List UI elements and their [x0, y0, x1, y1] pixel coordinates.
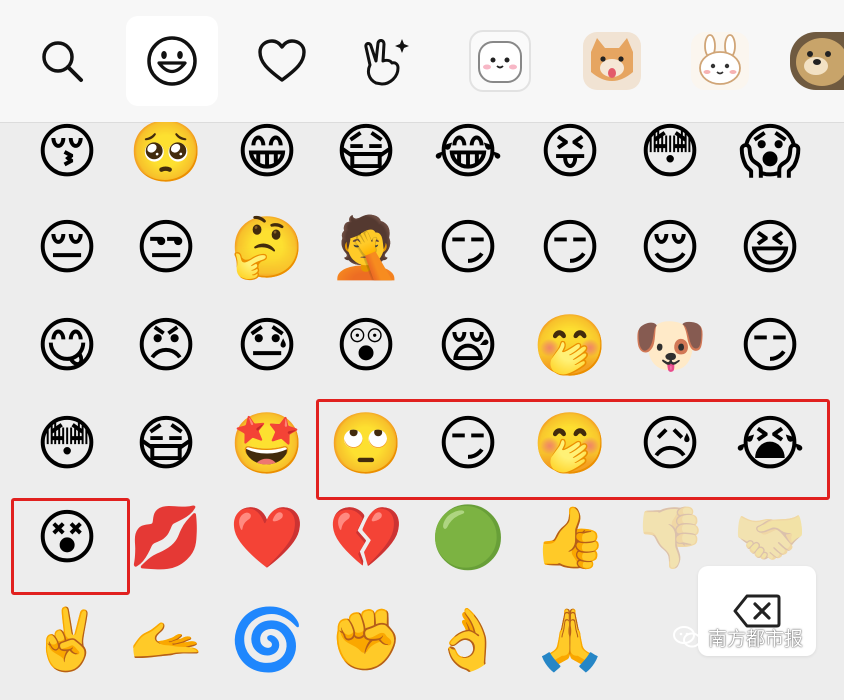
emoji-key[interactable]: 😒	[128, 210, 204, 286]
cat-sticker	[583, 32, 641, 90]
emoji-key[interactable]: 😲	[328, 308, 404, 384]
highlight-box-new-emojis	[316, 399, 830, 500]
emoji-key[interactable]: 😏	[732, 308, 808, 384]
search-icon	[42, 41, 83, 82]
emoji-key[interactable]: 🤩	[229, 406, 305, 482]
emoji-key[interactable]: 👎	[632, 500, 708, 576]
emoji-key[interactable]: 😷	[128, 406, 204, 482]
emoji-key[interactable]: 🥺	[128, 122, 204, 190]
favorites-tab[interactable]	[236, 16, 328, 106]
emoji-key[interactable]: 🐶	[632, 308, 708, 384]
search-tab[interactable]	[16, 16, 108, 106]
emoji-key[interactable]: 😠	[128, 308, 204, 384]
heart-icon	[258, 39, 306, 82]
highlight-box-single-emoji	[11, 498, 130, 595]
emoji-key[interactable]: ✌️	[29, 602, 105, 678]
emoji-key[interactable]: 😏	[532, 210, 608, 286]
emoji-key[interactable]: 😚	[29, 122, 105, 190]
white-dog-sticker	[469, 30, 531, 92]
emoji-key[interactable]: 😪	[430, 308, 506, 384]
emoji-tab[interactable]	[126, 16, 218, 106]
emoji-key[interactable]: 😓	[229, 308, 305, 384]
emoji-key[interactable]: 😷	[328, 122, 404, 190]
emoji-key[interactable]: 🟢	[430, 500, 506, 576]
victory-hand-icon	[364, 39, 409, 86]
watermark: 南方都市报	[672, 623, 803, 651]
emoji-key[interactable]: 😳	[632, 122, 708, 190]
wechat-icon	[673, 626, 701, 648]
sticker-pack-dog-photo[interactable]	[790, 16, 844, 106]
emoji-key[interactable]: 💔	[328, 500, 404, 576]
emoji-key[interactable]: 🤝	[732, 500, 808, 576]
emoji-key[interactable]: 🌀	[229, 602, 305, 678]
emoji-key[interactable]: 😁	[229, 122, 305, 190]
emoji-key[interactable]: 🙏	[532, 602, 608, 678]
stickers-tab[interactable]	[340, 16, 432, 106]
emoji-key[interactable]: 😳	[29, 406, 105, 482]
rabbit-sticker	[691, 32, 749, 90]
smiley-face-icon	[147, 36, 197, 86]
emoji-key[interactable]: 👍	[532, 500, 608, 576]
dog-photo-sticker	[790, 32, 844, 90]
sticker-pack-cat[interactable]	[566, 16, 658, 106]
emoji-key[interactable]: 🤭	[532, 308, 608, 384]
emoji-key[interactable]: ❤️	[229, 500, 305, 576]
emoji-key[interactable]: 🤦	[328, 210, 404, 286]
emoji-key[interactable]: 😆	[732, 210, 808, 286]
emoji-key[interactable]: 🤔	[229, 210, 305, 286]
emoji-key[interactable]: 😱	[732, 122, 808, 190]
emoji-key[interactable]: 👌	[430, 602, 506, 678]
sticker-pack-white-dog[interactable]	[454, 16, 546, 106]
emoji-panel-tabbar	[0, 0, 844, 123]
emoji-key[interactable]: 😏	[430, 210, 506, 286]
emoji-key[interactable]: 🫴	[128, 602, 204, 678]
emoji-key[interactable]: 😂	[430, 122, 506, 190]
emoji-key[interactable]: 😋	[29, 308, 105, 384]
emoji-key[interactable]: 😌	[632, 210, 708, 286]
sticker-pack-rabbit[interactable]	[674, 16, 766, 106]
emoji-key[interactable]: ✊	[328, 602, 404, 678]
emoji-key[interactable]: 😝	[532, 122, 608, 190]
emoji-key[interactable]: 💋	[128, 500, 204, 576]
emoji-key[interactable]: 😔	[29, 210, 105, 286]
watermark-text: 南方都市报	[708, 627, 804, 650]
